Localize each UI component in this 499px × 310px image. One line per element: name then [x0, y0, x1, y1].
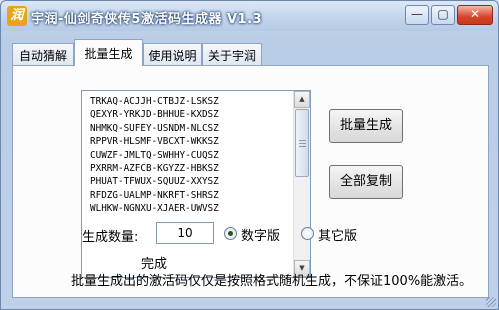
code-line: CUWZF-JMLTQ-SWHHY-CUQSZ: [90, 149, 219, 161]
vertical-scrollbar[interactable]: ▲ ▼: [293, 91, 310, 277]
app-window: 润 宇润-仙剑奇侠传5激活码生成器 V1.3 — ▢ ✕ 自动猜解 批量生成 使…: [0, 0, 499, 310]
code-line: RPPVR-HLSMF-VBCXT-WKKSZ: [90, 136, 219, 148]
codes-list: TRKAQ-ACJJH-CTBJZ-LSKSZ QEXYR-YRKJD-BHHU…: [90, 95, 286, 216]
radio-selected-icon[interactable]: [224, 227, 237, 240]
tab-instructions[interactable]: 使用说明: [143, 43, 202, 65]
code-line: QEXYR-YRKJD-BHHUE-KXDSZ: [90, 109, 219, 121]
scroll-thumb[interactable]: [295, 109, 309, 177]
grip-line: [299, 140, 306, 141]
app-logo-icon: 润: [7, 6, 27, 26]
grip-line: [299, 143, 306, 144]
code-line: WLHKW-NGNXU-XJAER-UWVSZ: [90, 203, 219, 215]
radio-label: 其它版: [318, 229, 358, 244]
window-title: 宇润-仙剑奇侠传5激活码生成器 V1.3: [31, 12, 263, 27]
scroll-up-arrow-icon[interactable]: ▲: [294, 91, 310, 108]
resize-grip[interactable]: [486, 297, 496, 307]
code-line: PXRRM-AZFCB-KGYZZ-HBKSZ: [90, 163, 219, 175]
code-line: RFDZG-UALMP-NKRFT-SHRSZ: [90, 189, 219, 201]
batch-generate-button[interactable]: 批量生成: [329, 109, 403, 143]
radio-digital-version[interactable]: 数字版: [224, 225, 298, 244]
tab-about[interactable]: 关于宇润: [202, 43, 262, 65]
codes-textarea[interactable]: TRKAQ-ACJJH-CTBJZ-LSKSZ QEXYR-YRKJD-BHHU…: [81, 90, 311, 278]
tab-auto-guess[interactable]: 自动猜解: [12, 43, 74, 65]
count-input[interactable]: 10: [156, 222, 214, 244]
batch-generate-panel: TRKAQ-ACJJH-CTBJZ-LSKSZ QEXYR-YRKJD-BHHU…: [12, 65, 489, 298]
maximize-button[interactable]: ▢: [431, 5, 455, 25]
grip-line: [299, 146, 306, 147]
close-button[interactable]: ✕: [457, 5, 493, 25]
copy-all-button[interactable]: 全部复制: [329, 165, 403, 199]
minimize-button[interactable]: —: [405, 5, 429, 25]
code-line: NHMKQ-SUFEY-USNDM-NLCSZ: [90, 122, 219, 134]
count-label: 生成数量:: [82, 230, 139, 245]
title-bar[interactable]: 润 宇润-仙剑奇侠传5激活码生成器 V1.3 — ▢ ✕: [1, 1, 498, 31]
code-line: TRKAQ-ACJJH-CTBJZ-LSKSZ: [90, 96, 219, 107]
tab-batch-generate[interactable]: 批量生成: [74, 39, 143, 66]
code-line: PHUAT-TFWUX-SQUUZ-XXYSZ: [90, 176, 219, 188]
radio-label: 数字版: [241, 229, 281, 244]
radio-other-version[interactable]: 其它版: [301, 225, 363, 244]
radio-unselected-icon[interactable]: [301, 227, 314, 240]
disclaimer-note: 批量生成出的激活码仅仅是按照格式随机生成，不保证100%能激活。: [71, 274, 473, 289]
